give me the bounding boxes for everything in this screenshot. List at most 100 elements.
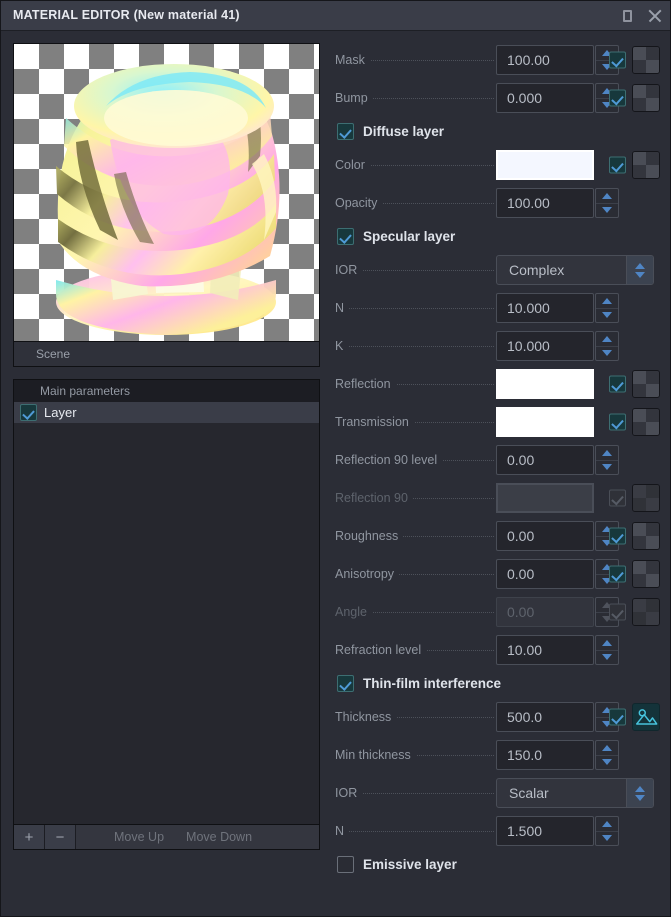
property-row-transmission: Transmission: [332, 403, 662, 441]
value-field-refraction-level[interactable]: 10.00: [496, 635, 594, 665]
texture-map-icon-thickness[interactable]: [632, 703, 660, 731]
spinner-down-icon[interactable]: [596, 202, 618, 218]
value-field-n[interactable]: 10.000: [496, 293, 594, 323]
property-label: Reflection: [335, 377, 396, 391]
property-enable-checkbox[interactable]: [609, 565, 626, 583]
property-enable-checkbox[interactable]: [609, 413, 626, 431]
layers-header-label: Main parameters: [40, 384, 131, 398]
spinner-up-icon[interactable]: [596, 446, 618, 460]
value-text: 100.00: [507, 195, 550, 211]
texture-button-bump[interactable]: [632, 84, 660, 112]
spinner-up-icon[interactable]: [596, 817, 618, 831]
property-enable-checkbox[interactable]: [609, 527, 626, 545]
value-field-roughness[interactable]: 0.00: [496, 521, 594, 551]
section-header-label: Thin-film interference: [363, 676, 502, 691]
value-text: 0.000: [507, 90, 543, 106]
add-layer-button[interactable]: +: [14, 825, 45, 849]
move-down-button[interactable]: Move Down: [186, 830, 252, 844]
value-text: 10.000: [507, 338, 550, 354]
spinner-n[interactable]: [595, 816, 619, 846]
property-label: N: [335, 301, 350, 315]
leader-line: [335, 308, 494, 309]
value-text: 0.00: [507, 566, 535, 582]
spinner-up-icon[interactable]: [596, 189, 618, 203]
value-field-angle[interactable]: 0.00: [496, 597, 594, 627]
texture-button-reflection[interactable]: [632, 370, 660, 398]
value-field-n[interactable]: 1.500: [496, 816, 594, 846]
spinner-up-icon[interactable]: [596, 294, 618, 308]
spinner-down-icon[interactable]: [596, 307, 618, 323]
section-enable-checkbox[interactable]: [337, 123, 354, 140]
remove-layer-button[interactable]: −: [45, 825, 76, 849]
layer-move-group: Move Up Move Down: [76, 825, 319, 849]
value-field-reflection-90-level[interactable]: 0.00: [496, 445, 594, 475]
chevron-updown-icon[interactable]: [626, 256, 653, 284]
dropdown-ior[interactable]: Scalar: [496, 778, 654, 808]
texture-button-angle[interactable]: [632, 598, 660, 626]
texture-button-mask[interactable]: [632, 46, 660, 74]
spinner-refraction-level[interactable]: [595, 635, 619, 665]
value-field-min-thickness[interactable]: 150.0: [496, 740, 594, 770]
texture-button-anisotropy[interactable]: [632, 560, 660, 588]
value-field-opacity[interactable]: 100.00: [496, 188, 594, 218]
layers-panel: Main parameters Layer + − Move Up Move D…: [13, 379, 320, 850]
color-swatch-reflection[interactable]: [496, 369, 594, 399]
property-enable-checkbox[interactable]: [609, 708, 626, 726]
spinner-down-icon[interactable]: [596, 459, 618, 475]
color-swatch-color[interactable]: [496, 150, 594, 180]
chevron-updown-icon[interactable]: [626, 779, 653, 807]
property-enable-checkbox[interactable]: [609, 156, 626, 174]
spinner-down-icon[interactable]: [596, 649, 618, 665]
spinner-down-icon[interactable]: [596, 345, 618, 361]
window-controls: [618, 1, 664, 31]
material-preview[interactable]: [13, 43, 320, 342]
spinner-reflection-90-level[interactable]: [595, 445, 619, 475]
spinner-down-icon[interactable]: [596, 830, 618, 846]
texture-button-roughness[interactable]: [632, 522, 660, 550]
section-enable-checkbox[interactable]: [337, 228, 354, 245]
layers-panel-header: Main parameters: [14, 380, 319, 402]
property-enable-checkbox[interactable]: [609, 603, 626, 621]
value-field-k[interactable]: 10.000: [496, 331, 594, 361]
property-row-anisotropy: Anisotropy 0.00: [332, 555, 662, 593]
property-label: Anisotropy: [335, 567, 400, 581]
dropdown-ior[interactable]: Complex: [496, 255, 654, 285]
property-enable-checkbox[interactable]: [609, 375, 626, 393]
value-field-thickness[interactable]: 500.0: [496, 702, 594, 732]
color-swatch-reflection-90[interactable]: [496, 483, 594, 513]
title-bar: MATERIAL EDITOR (New material 41): [1, 1, 670, 31]
spinner-n[interactable]: [595, 293, 619, 323]
section-enable-checkbox[interactable]: [337, 675, 354, 692]
list-item[interactable]: Layer: [14, 402, 319, 423]
texture-button-color[interactable]: [632, 151, 660, 179]
spinner-k[interactable]: [595, 331, 619, 361]
value-text: 1.500: [507, 823, 543, 839]
spinner-min-thickness[interactable]: [595, 740, 619, 770]
dropdown-value: Scalar: [509, 785, 549, 801]
property-enable-checkbox[interactable]: [609, 489, 626, 507]
section-enable-checkbox[interactable]: [337, 856, 354, 873]
spinner-up-icon[interactable]: [596, 332, 618, 346]
color-swatch-transmission[interactable]: [496, 407, 594, 437]
layer-enable-checkbox[interactable]: [20, 404, 37, 421]
spinner-down-icon[interactable]: [596, 754, 618, 770]
value-field-bump[interactable]: 0.000: [496, 83, 594, 113]
property-label: Mask: [335, 53, 370, 67]
move-up-button[interactable]: Move Up: [114, 830, 164, 844]
preview-scene-selector[interactable]: Scene: [13, 342, 320, 367]
value-field-mask[interactable]: 100.00: [496, 45, 594, 75]
spinner-opacity[interactable]: [595, 188, 619, 218]
section-header-label: Specular layer: [363, 229, 456, 244]
property-enable-checkbox[interactable]: [609, 89, 626, 107]
spinner-up-icon[interactable]: [596, 636, 618, 650]
texture-button-reflection-90[interactable]: [632, 484, 660, 512]
restore-icon[interactable]: [618, 7, 636, 25]
property-row-mask: Mask 100.00: [332, 41, 662, 79]
texture-button-transmission[interactable]: [632, 408, 660, 436]
property-row-n: N 10.000: [332, 289, 662, 327]
close-icon[interactable]: [646, 7, 664, 25]
property-enable-checkbox[interactable]: [609, 51, 626, 69]
value-field-anisotropy[interactable]: 0.00: [496, 559, 594, 589]
spinner-up-icon[interactable]: [596, 741, 618, 755]
value-text: 150.0: [507, 747, 543, 763]
